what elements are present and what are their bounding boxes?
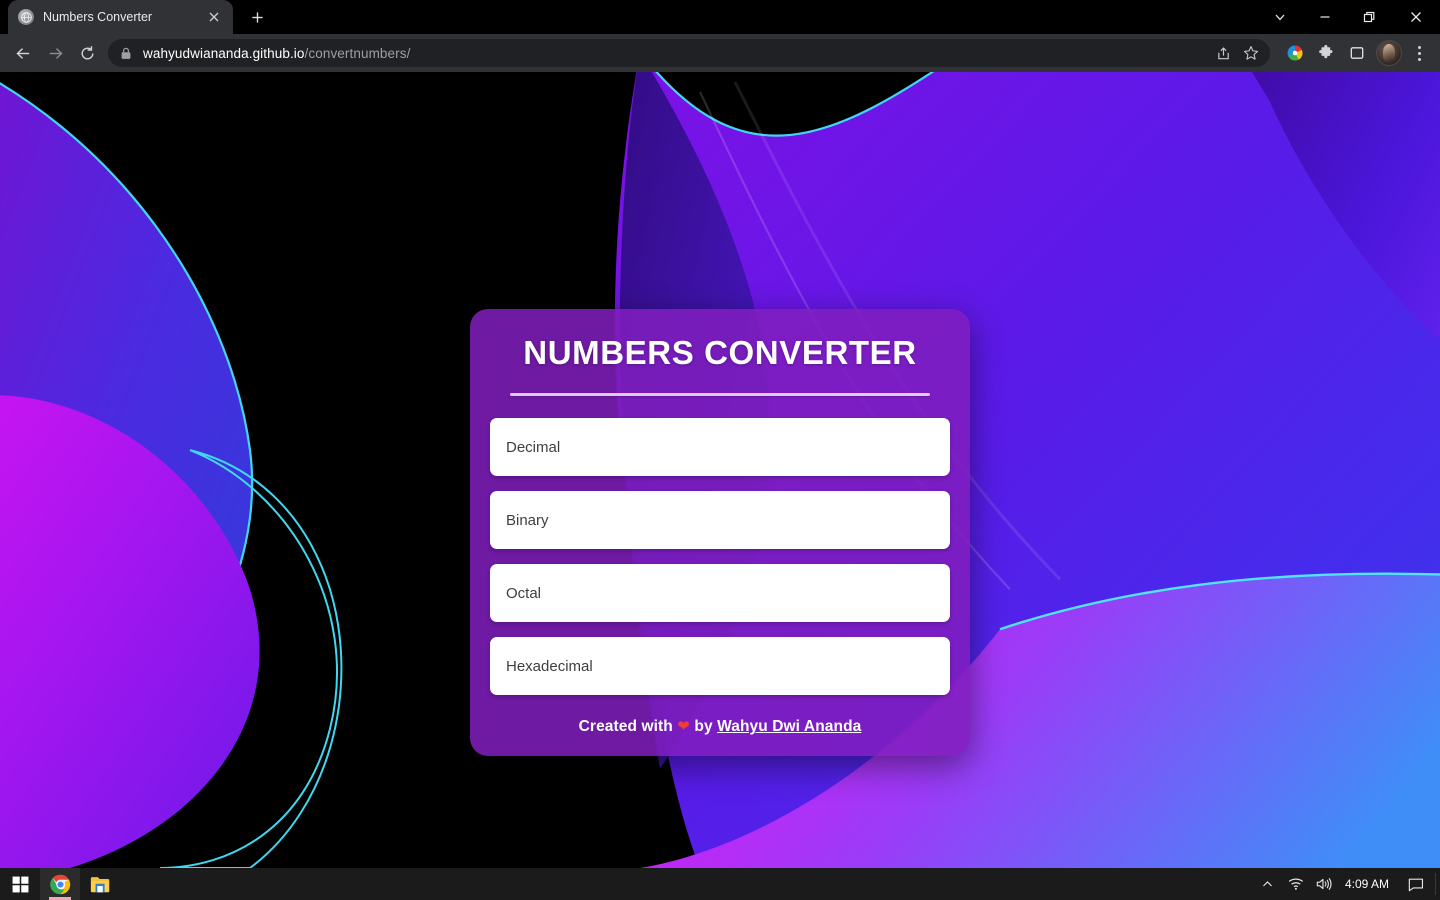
author-link[interactable]: Wahyu Dwi Ananda: [717, 718, 861, 735]
taskbar-apps: [0, 868, 120, 900]
decimal-input[interactable]: [490, 418, 950, 477]
speaker-icon[interactable]: [1311, 868, 1337, 900]
omnibox-actions: [1210, 40, 1266, 66]
taskbar-item-chrome[interactable]: [40, 868, 80, 900]
browser-tab[interactable]: Numbers Converter: [8, 0, 233, 34]
chrome-icon: [49, 874, 70, 894]
forward-arrow-icon[interactable]: [40, 38, 70, 68]
tab-strip: Numbers Converter: [0, 0, 1440, 34]
windows-start-icon[interactable]: [0, 868, 40, 900]
card-footer: Created with ❤ by Wahyu Dwi Ananda: [490, 717, 950, 736]
browser-window: Numbers Converter wahyudwiananda.github.…: [0, 0, 1440, 900]
url-text: wahyudwiananda.github.io/convertnumbers/: [143, 46, 1201, 61]
side-panel-icon[interactable]: [1342, 38, 1372, 68]
taskbar-item-file-explorer[interactable]: [80, 868, 120, 900]
avatar-icon[interactable]: [1376, 40, 1402, 66]
heart-icon: ❤: [677, 718, 690, 736]
chevron-up-icon[interactable]: [1255, 868, 1281, 900]
lock-icon: [120, 47, 134, 60]
page-title: NUMBERS CONVERTER: [523, 334, 917, 371]
back-arrow-icon[interactable]: [8, 38, 38, 68]
extension-icons: [1280, 38, 1432, 68]
close-icon[interactable]: [205, 8, 223, 26]
browser-toolbar: wahyudwiananda.github.io/convertnumbers/: [0, 34, 1440, 72]
footer-middle: by: [694, 718, 713, 736]
tray-divider: [1435, 873, 1436, 895]
idm-download-icon[interactable]: [1280, 38, 1310, 68]
footer-prefix: Created with: [578, 718, 673, 736]
puzzle-piece-icon[interactable]: [1311, 38, 1341, 68]
windows-taskbar: 4:09 AM: [0, 868, 1440, 900]
star-icon[interactable]: [1238, 40, 1264, 66]
folder-icon: [90, 876, 109, 892]
url-path: /convertnumbers/: [304, 45, 411, 61]
tray-clock[interactable]: 4:09 AM: [1339, 877, 1399, 891]
tab-search-button[interactable]: [1257, 0, 1302, 34]
wifi-icon[interactable]: [1283, 868, 1309, 900]
converter-card: NUMBERS CONVERTER Created with ❤ by Wahy…: [470, 309, 970, 757]
window-controls: [1257, 0, 1440, 34]
reload-icon[interactable]: [72, 38, 102, 68]
system-tray: 4:09 AM: [1255, 868, 1440, 900]
minimize-button[interactable]: [1302, 0, 1347, 34]
maximize-button[interactable]: [1347, 0, 1392, 34]
share-icon[interactable]: [1210, 40, 1236, 66]
notification-icon[interactable]: [1401, 868, 1431, 900]
three-dot-menu-icon[interactable]: [1406, 38, 1432, 68]
window-close-button[interactable]: [1392, 0, 1440, 34]
binary-input[interactable]: [490, 491, 950, 550]
page-viewport: NUMBERS CONVERTER Created with ❤ by Wahy…: [0, 72, 1440, 868]
title-divider: [510, 393, 930, 397]
octal-input[interactable]: [490, 564, 950, 623]
address-bar[interactable]: wahyudwiananda.github.io/convertnumbers/: [108, 39, 1270, 67]
url-host: wahyudwiananda.github.io: [143, 45, 305, 61]
globe-icon: [18, 9, 34, 25]
tab-title: Numbers Converter: [43, 10, 153, 24]
hexadecimal-input[interactable]: [490, 637, 950, 696]
new-tab-button[interactable]: [243, 3, 271, 31]
